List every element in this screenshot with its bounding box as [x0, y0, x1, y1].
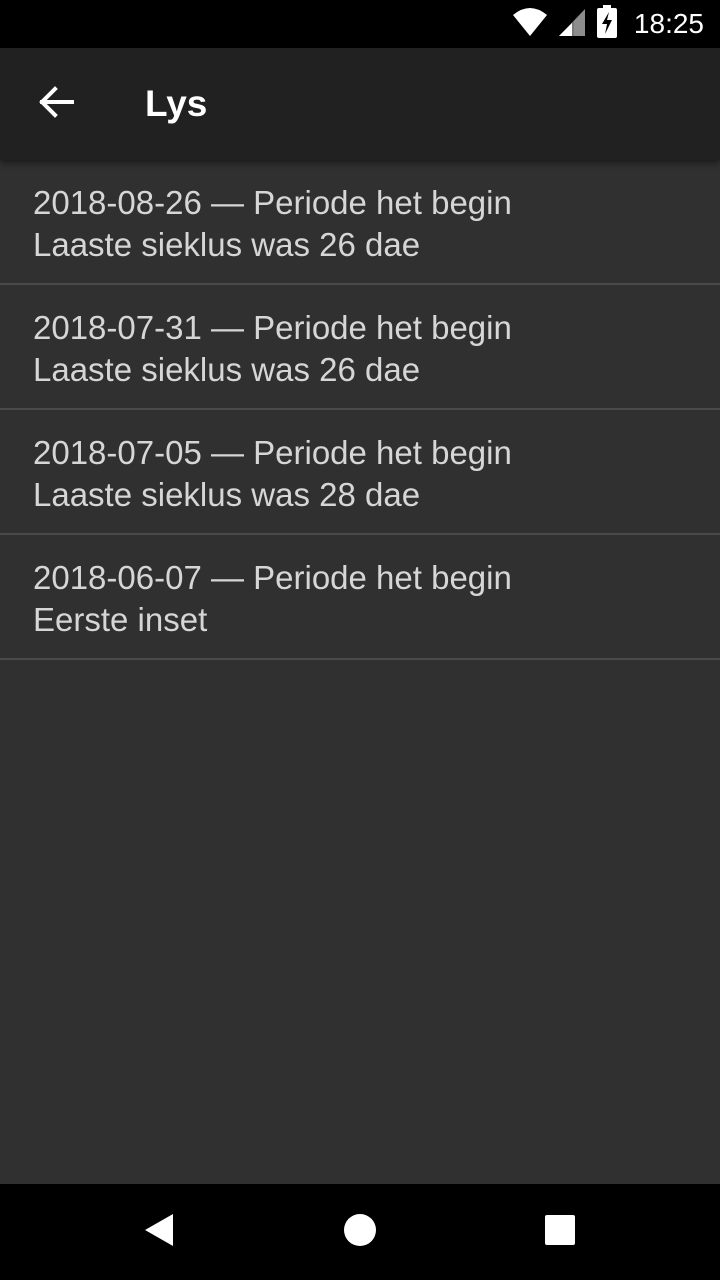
- period-list: 2018-08-26 — Periode het begin Laaste si…: [0, 160, 720, 660]
- wifi-icon: [512, 7, 548, 42]
- nav-back-button[interactable]: [128, 1200, 192, 1264]
- nav-home-button[interactable]: [328, 1200, 392, 1264]
- list-item-subtitle: Laaste sieklus was 26 dae: [33, 351, 421, 388]
- nav-recents-icon: [544, 1214, 576, 1251]
- status-icons: 18:25: [512, 0, 704, 48]
- list-item[interactable]: 2018-07-31 — Periode het begin Laaste si…: [0, 285, 720, 410]
- list-item[interactable]: 2018-08-26 — Periode het begin Laaste si…: [0, 160, 720, 285]
- list-item-subtitle: Laaste sieklus was 26 dae: [33, 226, 421, 263]
- cell-signal-icon: [558, 7, 586, 42]
- nav-back-icon: [143, 1212, 177, 1253]
- page-title: Lys: [145, 83, 208, 124]
- list-item-title: 2018-08-26 — Periode het begin: [33, 184, 512, 221]
- list-item-subtitle: Eerste inset: [33, 601, 208, 638]
- list-item[interactable]: 2018-06-07 — Periode het begin Eerste in…: [0, 535, 720, 660]
- arrow-back-icon: [38, 85, 74, 123]
- status-bar: 18:25: [0, 0, 720, 48]
- list-item-title: 2018-07-31 — Periode het begin: [33, 309, 512, 346]
- app-bar: Lys: [0, 48, 720, 160]
- nav-home-icon: [343, 1213, 377, 1252]
- list-item[interactable]: 2018-07-05 — Periode het begin Laaste si…: [0, 410, 720, 535]
- status-time: 18:25: [633, 8, 704, 39]
- navigation-bar: [0, 1184, 720, 1280]
- battery-charging-icon: [596, 4, 618, 44]
- back-button[interactable]: [20, 72, 92, 136]
- list-item-title: 2018-06-07 — Periode het begin: [33, 559, 512, 596]
- list-item-subtitle: Laaste sieklus was 28 dae: [33, 476, 421, 513]
- nav-recents-button[interactable]: [528, 1200, 592, 1264]
- list-item-title: 2018-07-05 — Periode het begin: [33, 434, 512, 471]
